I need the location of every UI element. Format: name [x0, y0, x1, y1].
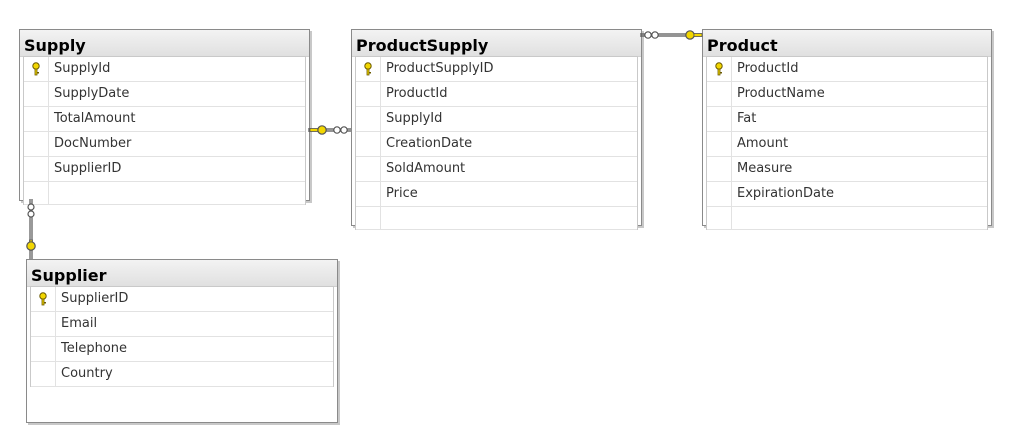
- relationship-productsupply-product[interactable]: [640, 30, 703, 40]
- column-name: ExpirationDate: [737, 186, 835, 201]
- column-row[interactable]: CreationDate: [356, 132, 637, 157]
- row-selector[interactable]: [24, 157, 49, 181]
- column-name: Measure: [737, 161, 793, 176]
- key-icon: [39, 292, 47, 306]
- table-header[interactable]: Supplier: [27, 260, 337, 287]
- row-selector[interactable]: [707, 57, 732, 81]
- column-name: DocNumber: [54, 136, 132, 151]
- row-selector[interactable]: [356, 82, 381, 106]
- row-selector[interactable]: [24, 182, 49, 204]
- row-selector[interactable]: [24, 82, 49, 106]
- column-name: ProductName: [737, 86, 825, 101]
- empty-row[interactable]: [24, 182, 305, 205]
- table-supplier[interactable]: Supplier SupplierID Email Telephone Coun…: [26, 259, 338, 423]
- table-supply[interactable]: Supply SupplyId SupplyDate TotalAmount D…: [19, 29, 310, 205]
- table-title: Supply: [24, 36, 86, 55]
- key-icon: [364, 62, 372, 76]
- column-row[interactable]: Price: [356, 182, 637, 207]
- column-row[interactable]: SupplyId: [24, 57, 305, 82]
- column-name: CreationDate: [386, 136, 473, 151]
- column-row[interactable]: Fat: [707, 107, 987, 132]
- column-grid: SupplyId SupplyDate TotalAmount DocNumbe…: [23, 56, 306, 205]
- column-name: ProductId: [386, 86, 448, 101]
- row-selector[interactable]: [707, 132, 732, 156]
- column-name: SupplyDate: [54, 86, 130, 101]
- column-row[interactable]: SoldAmount: [356, 157, 637, 182]
- column-name: SoldAmount: [386, 161, 466, 176]
- column-grid: SupplierID Email Telephone Country: [30, 286, 334, 387]
- row-selector[interactable]: [356, 182, 381, 206]
- column-row[interactable]: Amount: [707, 132, 987, 157]
- column-row[interactable]: ProductName: [707, 82, 987, 107]
- table-product[interactable]: Product ProductId ProductName Fat Amount…: [702, 29, 992, 230]
- row-selector[interactable]: [356, 132, 381, 156]
- column-name: SupplyId: [54, 61, 111, 76]
- column-name: Telephone: [61, 341, 128, 356]
- column-name: SupplierID: [61, 291, 129, 306]
- column-row[interactable]: ProductId: [707, 57, 987, 82]
- relationship-productsupply-supply[interactable]: [308, 125, 351, 135]
- row-selector[interactable]: [707, 107, 732, 131]
- column-row[interactable]: SupplyId: [356, 107, 637, 132]
- table-header[interactable]: Supply: [20, 30, 309, 57]
- column-name: Price: [386, 186, 418, 201]
- column-grid: ProductSupplyID ProductId SupplyId Creat…: [355, 56, 638, 230]
- column-name: ProductId: [737, 61, 799, 76]
- row-selector[interactable]: [24, 107, 49, 131]
- column-row[interactable]: Country: [31, 362, 333, 387]
- column-row[interactable]: Measure: [707, 157, 987, 182]
- row-selector[interactable]: [31, 362, 56, 386]
- column-row[interactable]: ProductId: [356, 82, 637, 107]
- table-title: Supplier: [31, 266, 107, 285]
- row-selector[interactable]: [707, 157, 732, 181]
- key-icon: [26, 239, 36, 251]
- key-icon: [715, 62, 723, 76]
- empty-row[interactable]: [356, 207, 637, 230]
- row-selector[interactable]: [356, 157, 381, 181]
- table-title: Product: [707, 36, 778, 55]
- row-selector[interactable]: [356, 107, 381, 131]
- column-name: ProductSupplyID: [386, 61, 494, 76]
- row-selector[interactable]: [31, 337, 56, 361]
- column-row[interactable]: TotalAmount: [24, 107, 305, 132]
- column-name: Amount: [737, 136, 789, 151]
- column-name: SupplyId: [386, 111, 443, 126]
- column-row[interactable]: ExpirationDate: [707, 182, 987, 207]
- database-diagram: Supply SupplyId SupplyDate TotalAmount D…: [0, 0, 1036, 447]
- row-selector[interactable]: [24, 57, 49, 81]
- column-name: Country: [61, 366, 113, 381]
- key-icon: [309, 125, 327, 135]
- row-selector[interactable]: [31, 312, 56, 336]
- table-productsupply[interactable]: ProductSupply ProductSupplyID ProductId …: [351, 29, 642, 230]
- column-grid: ProductId ProductName Fat Amount Measure…: [706, 56, 988, 230]
- row-selector[interactable]: [24, 132, 49, 156]
- row-selector[interactable]: [356, 57, 381, 81]
- table-title: ProductSupply: [356, 36, 489, 55]
- row-selector[interactable]: [356, 207, 381, 229]
- relationship-supply-supplier[interactable]: [26, 199, 36, 259]
- infinity-icon: [644, 31, 659, 39]
- column-row[interactable]: SupplyDate: [24, 82, 305, 107]
- column-row[interactable]: DocNumber: [24, 132, 305, 157]
- table-header[interactable]: ProductSupply: [352, 30, 641, 57]
- column-row[interactable]: Email: [31, 312, 333, 337]
- infinity-icon: [27, 203, 35, 218]
- table-header[interactable]: Product: [703, 30, 991, 57]
- row-selector[interactable]: [707, 182, 732, 206]
- row-selector[interactable]: [31, 287, 56, 311]
- column-name: SupplierID: [54, 161, 122, 176]
- key-icon: [685, 30, 703, 40]
- row-selector[interactable]: [707, 82, 732, 106]
- column-row[interactable]: ProductSupplyID: [356, 57, 637, 82]
- column-row[interactable]: SupplierID: [31, 287, 333, 312]
- empty-row[interactable]: [707, 207, 987, 230]
- column-name: TotalAmount: [54, 111, 136, 126]
- column-row[interactable]: Telephone: [31, 337, 333, 362]
- row-selector[interactable]: [707, 207, 732, 229]
- column-name: Email: [61, 316, 98, 331]
- infinity-icon: [333, 126, 348, 134]
- column-name: Fat: [737, 111, 757, 126]
- column-row[interactable]: SupplierID: [24, 157, 305, 182]
- key-icon: [32, 62, 40, 76]
